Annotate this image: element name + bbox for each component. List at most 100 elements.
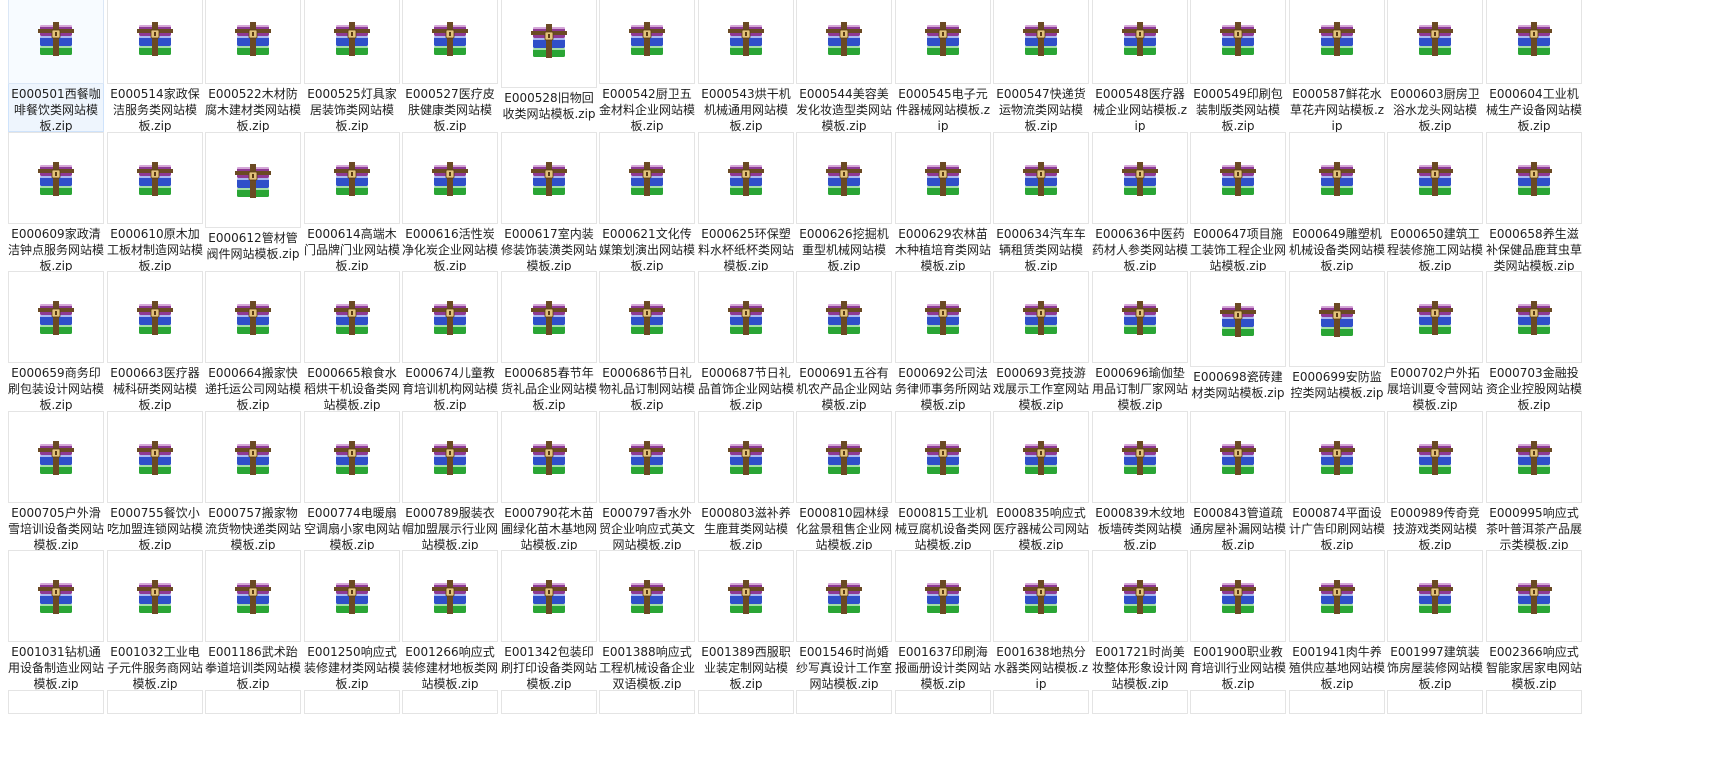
file-name[interactable]: E000685春节年货礼品企业网站模板.zip <box>501 365 597 411</box>
file-item[interactable]: E000803滋补养生鹿茸类网站模板.zip <box>698 411 794 551</box>
file-item[interactable]: E000621文化传媒策划演出网站模板.zip <box>599 132 695 272</box>
file-name[interactable]: E000790花木苗圃绿化苗木基地网站模板.zip <box>501 505 597 551</box>
file-name[interactable]: E000603厨房卫浴水龙头网站模板.zip <box>1387 86 1483 132</box>
file-item[interactable] <box>107 690 203 714</box>
file-thumbnail[interactable] <box>107 690 203 714</box>
file-thumbnail[interactable] <box>599 271 695 364</box>
file-item[interactable]: E001941肉牛养殖供应基地网站模板.zip <box>1289 550 1385 690</box>
file-item[interactable]: E000815工业机械豆腐机设备类网站模板.zip <box>895 411 991 551</box>
file-name[interactable]: E001997建筑装饰房屋装修网站模板.zip <box>1387 644 1483 690</box>
file-thumbnail[interactable] <box>402 271 498 364</box>
file-item[interactable]: E000703金融投资企业控股网站模板.zip <box>1486 271 1582 411</box>
file-thumbnail[interactable] <box>698 690 794 714</box>
file-name[interactable]: E000835响应式医疗器械公司网站模板.zip <box>993 505 1089 551</box>
file-thumbnail[interactable] <box>1486 411 1582 504</box>
file-thumbnail[interactable] <box>1190 411 1286 504</box>
file-thumbnail[interactable] <box>304 0 400 85</box>
file-item[interactable]: E000685春节年货礼品企业网站模板.zip <box>501 271 597 411</box>
file-thumbnail[interactable] <box>1092 132 1188 225</box>
file-thumbnail[interactable] <box>1092 271 1188 364</box>
file-thumbnail[interactable] <box>1486 0 1582 85</box>
file-item[interactable]: E001032工业电子元件服务商网站模板.zip <box>107 550 203 690</box>
file-name[interactable]: E000514家政保洁服务类网站模板.zip <box>107 86 203 132</box>
file-name[interactable]: E001031钻机通用设备制造业网站模板.zip <box>8 644 104 690</box>
file-item[interactable]: E000665粮食水稻烘干机设备类网站模板.zip <box>304 271 400 411</box>
file-thumbnail[interactable] <box>599 132 695 225</box>
file-thumbnail[interactable] <box>993 550 1089 643</box>
file-thumbnail[interactable] <box>8 690 104 714</box>
file-thumbnail[interactable] <box>304 132 400 225</box>
file-thumbnail[interactable] <box>1190 550 1286 643</box>
file-thumbnail[interactable] <box>205 411 301 504</box>
file-name[interactable]: E000612管材管阀件网站模板.zip <box>205 230 301 262</box>
file-thumbnail[interactable] <box>796 550 892 643</box>
file-item[interactable]: E000649雕塑机机械设备类网站模板.zip <box>1289 132 1385 272</box>
file-item[interactable]: E000698瓷砖建材类网站模板.zip <box>1190 271 1286 411</box>
file-name[interactable]: E000549印刷包装制版类网站模板.zip <box>1190 86 1286 132</box>
file-thumbnail[interactable] <box>501 550 597 643</box>
file-item[interactable]: E000636中医药药材人参类网站模板.zip <box>1092 132 1188 272</box>
file-item[interactable]: E002366响应式智能家居家电网站模板.zip <box>1486 550 1582 690</box>
file-name[interactable]: E000545电子元件器械网站模板.zip <box>895 86 991 132</box>
file-thumbnail[interactable] <box>698 132 794 225</box>
file-thumbnail[interactable] <box>107 0 203 85</box>
file-thumbnail[interactable] <box>8 411 104 504</box>
file-name[interactable]: E000621文化传媒策划演出网站模板.zip <box>599 226 695 272</box>
file-name[interactable]: E000874平面设计广告印刷网站模板.zip <box>1289 505 1385 551</box>
file-thumbnail[interactable] <box>599 0 695 85</box>
file-item[interactable]: E000810园林绿化盆景租售企业网站模板.zip <box>796 411 892 551</box>
file-name[interactable]: E000528旧物回收类网站模板.zip <box>501 90 597 122</box>
file-item[interactable]: E001638地热分水器类网站模板.zip <box>993 550 1089 690</box>
file-item[interactable] <box>501 690 597 714</box>
file-item[interactable]: E000659商务印刷包装设计网站模板.zip <box>8 271 104 411</box>
file-thumbnail[interactable] <box>402 411 498 504</box>
file-item[interactable]: E000634汽车车辆租赁类网站模板.zip <box>993 132 1089 272</box>
file-item[interactable]: E000774电暖扇空调扇小家电网站模板.zip <box>304 411 400 551</box>
file-name[interactable]: E000543烘干机机械通用网站模板.zip <box>698 86 794 132</box>
file-thumbnail[interactable] <box>796 271 892 364</box>
file-item[interactable]: E001900职业教育培训行业网站模板.zip <box>1190 550 1286 690</box>
file-thumbnail[interactable] <box>796 132 892 225</box>
file-item[interactable]: E000664搬家快递托运公司网站模板.zip <box>205 271 301 411</box>
file-thumbnail[interactable] <box>1190 271 1286 367</box>
file-item[interactable]: E000650建筑工程装修施工网站模板.zip <box>1387 132 1483 272</box>
file-thumbnail[interactable] <box>1289 271 1385 367</box>
file-thumbnail[interactable] <box>1387 690 1483 714</box>
file-item[interactable]: E000687节日礼品首饰企业网站模板.zip <box>698 271 794 411</box>
file-thumbnail[interactable] <box>205 132 301 228</box>
file-thumbnail[interactable] <box>205 690 301 714</box>
file-name[interactable]: E000757搬家物流货物快递类网站模板.zip <box>205 505 301 551</box>
file-thumbnail[interactable] <box>993 271 1089 364</box>
file-item[interactable] <box>1486 690 1582 714</box>
file-name[interactable]: E002366响应式智能家居家电网站模板.zip <box>1486 644 1582 690</box>
file-item[interactable]: E000543烘干机机械通用网站模板.zip <box>698 0 794 132</box>
file-thumbnail[interactable] <box>1289 0 1385 85</box>
file-thumbnail[interactable] <box>304 690 400 714</box>
file-thumbnail[interactable] <box>8 132 104 225</box>
file-name[interactable]: E000625环保塑料水杯纸杯类网站模板.zip <box>698 226 794 272</box>
file-name[interactable]: E000989传奇竞技游戏类网站模板.zip <box>1387 505 1483 551</box>
file-name[interactable]: E000803滋补养生鹿茸类网站模板.zip <box>698 505 794 551</box>
file-item[interactable]: E000647项目施工装饰工程企业网站模板.zip <box>1190 132 1286 272</box>
file-item[interactable]: E001997建筑装饰房屋装修网站模板.zip <box>1387 550 1483 690</box>
file-item[interactable]: E000989传奇竞技游戏类网站模板.zip <box>1387 411 1483 551</box>
file-thumbnail[interactable] <box>1289 550 1385 643</box>
file-name[interactable]: E001721时尚美妆整体形象设计网站模板.zip <box>1092 644 1188 690</box>
file-item[interactable] <box>993 690 1089 714</box>
file-item[interactable] <box>1190 690 1286 714</box>
file-thumbnail[interactable] <box>402 132 498 225</box>
file-thumbnail[interactable] <box>599 550 695 643</box>
file-name[interactable]: E000650建筑工程装修施工网站模板.zip <box>1387 226 1483 272</box>
file-name[interactable]: E000691五谷有机农产品企业网站模板.zip <box>796 365 892 411</box>
file-thumbnail[interactable] <box>796 690 892 714</box>
file-item[interactable]: E000692公司法务律师事务所网站模板.zip <box>895 271 991 411</box>
file-thumbnail[interactable] <box>205 271 301 364</box>
file-item[interactable]: E000995响应式茶叶普洱茶产品展示类模板.zip <box>1486 411 1582 551</box>
file-thumbnail[interactable] <box>205 550 301 643</box>
file-item[interactable]: E000522木材防腐木建材类网站模板.zip <box>205 0 301 132</box>
file-item[interactable]: E001031钻机通用设备制造业网站模板.zip <box>8 550 104 690</box>
file-item[interactable]: E000514家政保洁服务类网站模板.zip <box>107 0 203 132</box>
file-thumbnail[interactable] <box>698 411 794 504</box>
file-item[interactable]: E000603厨房卫浴水龙头网站模板.zip <box>1387 0 1483 132</box>
file-name[interactable]: E001266响应式装修建材地板类网站模板.zip <box>402 644 498 690</box>
